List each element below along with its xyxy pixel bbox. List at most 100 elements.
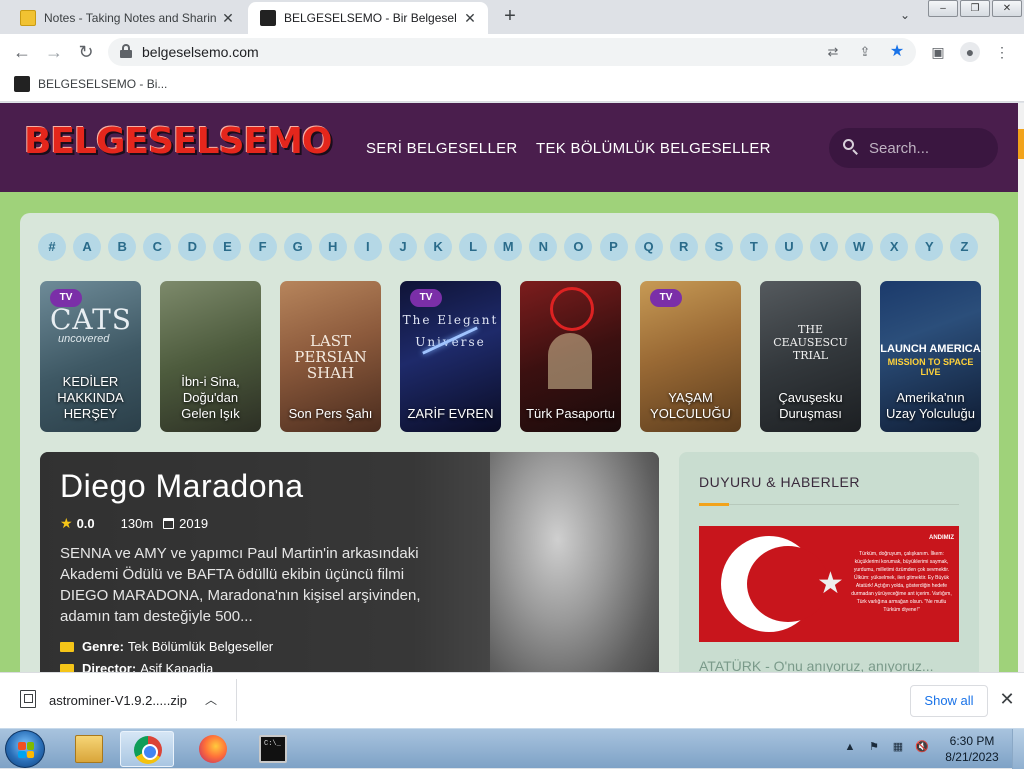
minimize-button[interactable]: – (928, 0, 958, 17)
documentary-card[interactable]: The Elegant Universe TV ZARİF EVREN (400, 281, 501, 432)
documentary-card[interactable]: Türk Pasaportu (520, 281, 621, 432)
letter-filter-r[interactable]: R (669, 233, 698, 261)
maximize-button[interactable]: ❐ (960, 0, 990, 17)
letter-filter-n[interactable]: N (529, 233, 558, 261)
menu-kebab-icon[interactable]: ⋮ (992, 42, 1012, 62)
letter-filter-s[interactable]: S (704, 233, 733, 261)
page-scrollbar[interactable] (1018, 103, 1024, 672)
documentary-card[interactable]: TV YAŞAM YOLCULUĞU (640, 281, 741, 432)
featured-documentary[interactable]: Diego Maradona ★ 0.0 130m 2019 SENNA ve … (40, 452, 659, 672)
card-title[interactable]: YAŞAM YOLCULUĞU (640, 390, 741, 422)
lock-icon[interactable] (120, 44, 132, 58)
card-title[interactable]: ZARİF EVREN (400, 406, 501, 422)
side-panel-icon[interactable]: ▣ (928, 42, 948, 62)
letter-filter-d[interactable]: D (178, 233, 207, 261)
letter-filter-hash[interactable]: # (38, 233, 66, 261)
letter-filter-u[interactable]: U (774, 233, 803, 261)
documentary-card[interactable]: LAUNCH AMERICA MISSION TO SPACE LIVE Ame… (880, 281, 981, 432)
action-center-icon[interactable]: ⚑ (866, 739, 882, 755)
letter-filter-f[interactable]: F (248, 233, 277, 261)
news-title-link[interactable]: ATATÜRK - O'nu anıyoruz, anıyoruz... (699, 658, 934, 672)
letter-filter-e[interactable]: E (213, 233, 242, 261)
letter-filter-c[interactable]: C (143, 233, 172, 261)
show-desktop-button[interactable] (1012, 729, 1024, 769)
address-bar[interactable]: belgeselsemo.com ⇄ ⇪ ★ (108, 38, 916, 66)
letter-filter-v[interactable]: V (810, 233, 839, 261)
letter-filter-p[interactable]: P (599, 233, 628, 261)
bookmark-star-icon[interactable]: ★ (888, 43, 906, 61)
letter-filter-a[interactable]: A (73, 233, 102, 261)
volume-muted-icon[interactable]: 🔇 (914, 739, 930, 755)
taskbar-cmd[interactable] (246, 731, 300, 767)
letter-filter-y[interactable]: Y (915, 233, 944, 261)
tab-search-chevron-icon[interactable]: ⌄ (896, 8, 914, 26)
zip-file-icon[interactable] (20, 690, 36, 708)
taskbar-chrome[interactable] (120, 731, 174, 767)
taskbar-clock[interactable]: 6:30 PM 8/21/2023 (942, 733, 1002, 765)
letter-filter-j[interactable]: J (388, 233, 417, 261)
card-title[interactable]: Çavuşesku Duruşması (760, 390, 861, 422)
site-logo[interactable]: BELGESELSEMO (24, 121, 333, 162)
tab-notes[interactable]: Notes - Taking Notes and Sharing ✕ (8, 2, 246, 34)
reload-icon[interactable]: ↻ (74, 40, 98, 64)
card-title[interactable]: Türk Pasaportu (520, 406, 621, 422)
new-tab-button[interactable]: + (498, 6, 522, 28)
documentary-card[interactable]: THE CEAUSESCU TRIAL Çavuşesku Duruşması (760, 281, 861, 432)
letter-filter-k[interactable]: K (424, 233, 453, 261)
letter-filter-z[interactable]: Z (950, 233, 979, 261)
back-arrow-icon[interactable]: ← (10, 40, 34, 64)
tab-title: Notes - Taking Notes and Sharing (44, 11, 216, 25)
card-title[interactable]: KEDİLER HAKKINDA HERŞEY (40, 374, 141, 422)
taskbar-firefox[interactable] (186, 731, 240, 767)
letter-filter-l[interactable]: L (459, 233, 488, 261)
letter-filter-g[interactable]: G (283, 233, 312, 261)
share-icon[interactable]: ⇪ (856, 43, 874, 61)
url-text[interactable]: belgeselsemo.com (142, 44, 259, 60)
tab-belgeselsemo[interactable]: BELGESELSEMO - Bir Belgesel Ha ✕ (248, 2, 488, 34)
letter-filter-w[interactable]: W (845, 233, 874, 261)
network-icon[interactable]: ▦ (890, 739, 906, 755)
folder-icon (75, 735, 103, 763)
tab-close-icon[interactable]: ✕ (462, 10, 478, 27)
forward-arrow-icon[interactable]: → (42, 40, 66, 64)
letter-filter-i[interactable]: I (353, 233, 382, 261)
scrollbar-thumb[interactable] (1018, 129, 1024, 159)
download-filename[interactable]: astrominer-V1.9.2.....zip (49, 693, 187, 708)
tray-expand-icon[interactable]: ▲ (842, 739, 858, 755)
letter-filter-m[interactable]: M (494, 233, 523, 261)
card-title[interactable]: Amerika'nın Uzay Yolculuğu (880, 390, 981, 422)
letter-filter-h[interactable]: H (318, 233, 347, 261)
close-window-button[interactable]: ✕ (992, 0, 1022, 17)
card-title[interactable]: İbn-i Sina, Doğu'dan Gelen Işık (160, 374, 261, 422)
start-button[interactable] (5, 730, 45, 768)
nav-seri-belgeseller[interactable]: SERİ BELGESELLER (366, 140, 518, 157)
search-input[interactable] (869, 138, 989, 158)
profile-avatar-icon[interactable]: ● (960, 42, 980, 62)
bookmark-belgeselsemo[interactable]: BELGESELSEMO - Bi... (14, 76, 167, 92)
documentary-card[interactable]: CATS uncovered TV KEDİLER HAKKINDA HERŞE… (40, 281, 141, 432)
featured-title[interactable]: Diego Maradona (60, 468, 304, 505)
nav-tek-bolumluk-belgeseller[interactable]: TEK BÖLÜMLÜK BELGESELLER (536, 140, 771, 157)
letter-filter-q[interactable]: Q (634, 233, 663, 261)
card-title[interactable]: Son Pers Şahı (280, 406, 381, 422)
search-icon[interactable] (843, 139, 859, 155)
genre-link[interactable]: Tek Bölümlük Belgeseller (128, 639, 273, 654)
documentary-card[interactable]: İbn-i Sina, Doğu'dan Gelen Işık (160, 281, 261, 432)
clock-date: 8/21/2023 (945, 750, 999, 764)
letter-filter-x[interactable]: X (880, 233, 909, 261)
close-icon[interactable]: ✕ (997, 689, 1017, 709)
belgeselsemo-favicon-icon (260, 10, 276, 26)
letter-filter-o[interactable]: O (564, 233, 593, 261)
taskbar-explorer[interactable] (62, 731, 116, 767)
news-image[interactable]: ★ ANDIMIZ Türküm, doğruyum, çalışkanım. … (699, 526, 959, 642)
site-search[interactable] (829, 128, 998, 168)
letter-filter-b[interactable]: B (108, 233, 137, 261)
documentary-card[interactable]: LAST PERSIAN SHAH Son Pers Şahı (280, 281, 381, 432)
terminal-icon (259, 735, 287, 763)
tab-close-icon[interactable]: ✕ (220, 10, 236, 27)
show-all-button[interactable]: Show all (910, 685, 988, 717)
chevron-up-icon[interactable]: ︿ (205, 691, 217, 708)
director-link[interactable]: Asif Kapadia (140, 661, 213, 672)
letter-filter-t[interactable]: T (739, 233, 768, 261)
translate-icon[interactable]: ⇄ (824, 43, 842, 61)
